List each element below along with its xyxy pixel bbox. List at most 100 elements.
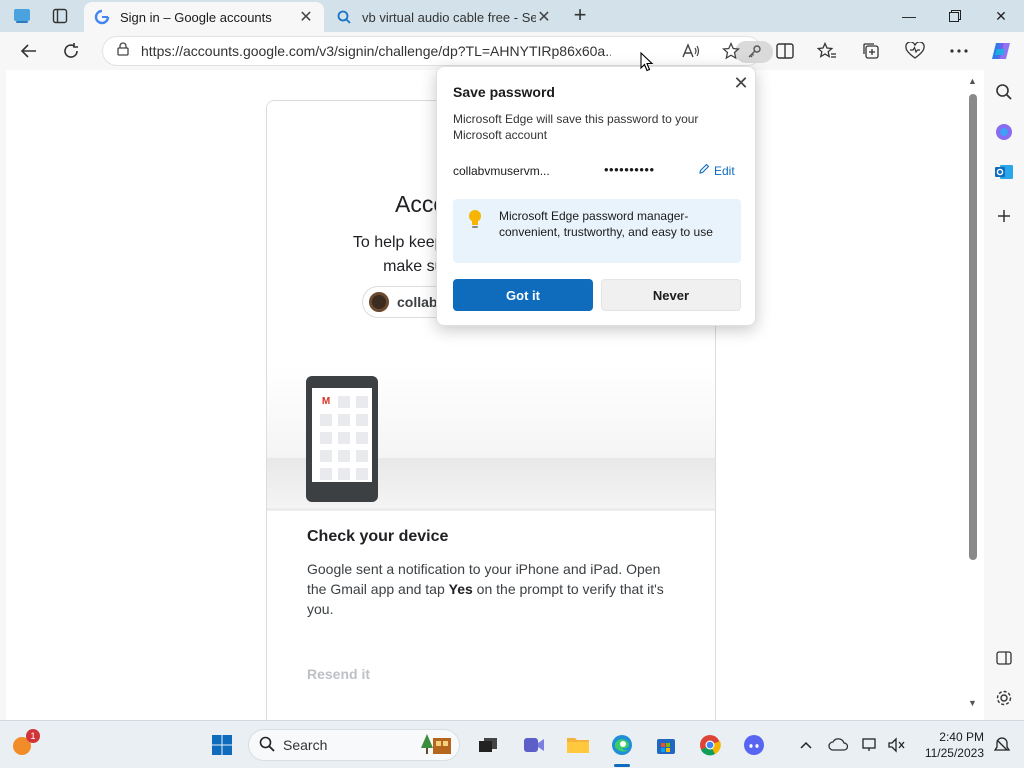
close-icon[interactable]: ✕ [731,73,751,93]
search-icon[interactable] [990,78,1018,106]
app-tile [356,396,368,408]
search-icon [336,9,352,25]
restore-button[interactable] [932,0,978,32]
app-grid: M [320,396,368,480]
app-tile [338,432,350,444]
new-tab-button[interactable]: + [568,4,592,28]
browser-toolbar: https://accounts.google.com/v3/signin/ch… [0,32,1024,70]
tab-bing-search[interactable]: vb virtual audio cable free - Sear ✕ [326,2,562,32]
app-tile [356,432,368,444]
phone-illustration: M [306,376,378,502]
pencil-icon [698,163,710,178]
copilot-icon[interactable] [986,37,1016,65]
clock-date: 11/25/2023 [924,746,984,760]
app-tile [338,450,350,462]
notifications-icon[interactable] [986,729,1018,761]
close-window-button[interactable]: ✕ [978,0,1024,32]
close-tab-icon[interactable]: ✕ [536,7,552,27]
chevron-up-icon[interactable] [790,729,822,761]
address-bar[interactable]: https://accounts.google.com/v3/signin/ch… [102,36,773,66]
phone-screen: M [312,388,372,482]
app-tile [356,468,368,480]
taskbar-search[interactable]: Search [248,729,460,761]
hide-sidebar-icon[interactable] [990,644,1018,672]
chrome-icon[interactable] [694,729,726,761]
collections-icon[interactable] [856,37,886,65]
saved-password-mask: •••••••••• [604,162,655,177]
tip-text: Microsoft Edge password manager- conveni… [499,209,713,239]
clock-time: 2:40 PM [939,730,984,744]
dialog-description: Microsoft Edge will save this password t… [453,112,699,142]
back-button[interactable] [14,37,44,65]
favorites-icon[interactable] [812,37,842,65]
browser-essentials-icon[interactable] [900,37,930,65]
password-manager-tip: Microsoft Edge password manager- conveni… [453,199,741,263]
app-tile [356,450,368,462]
system-clock[interactable]: 2:40 PM 11/25/2023 [916,729,984,761]
outlook-icon[interactable] [990,158,1018,186]
app-tile [356,414,368,426]
check-device-heading: Check your device [307,528,449,545]
file-explorer-icon[interactable] [562,729,594,761]
windows-taskbar: 1 Search 2:40 PM 11/25/2023 [0,720,1024,768]
task-view-icon[interactable] [472,729,504,761]
microsoft-store-icon[interactable] [650,729,682,761]
tab-actions-icon[interactable] [46,4,74,28]
edge-browser-icon[interactable] [606,729,638,767]
add-sidebar-app-icon[interactable] [990,202,1018,230]
scroll-thumb[interactable] [969,94,977,560]
more-options-icon[interactable] [944,37,974,65]
search-highlight-icon [419,732,453,761]
app-tile [338,396,350,408]
refresh-button[interactable] [56,37,86,65]
app-tile [320,468,332,480]
check-device-body: Google sent a notification to your iPhon… [307,559,677,619]
google-icon [94,9,110,25]
teams-meet-icon[interactable] [518,729,550,761]
scroll-up-arrow[interactable]: ▲ [968,76,977,86]
resend-link[interactable]: Resend it [307,666,370,682]
edit-label: Edit [714,163,735,178]
games-icon[interactable] [990,118,1018,146]
onedrive-status-icon[interactable] [822,729,854,761]
url-text[interactable]: https://accounts.google.com/v3/signin/ch… [141,43,611,59]
lightbulb-icon [467,209,483,236]
scroll-down-arrow[interactable]: ▼ [968,698,977,708]
discord-icon[interactable] [738,729,770,761]
active-indicator [614,764,630,767]
weather-widget-icon[interactable]: 1 [6,729,40,761]
workspaces-icon[interactable] [8,4,36,28]
app-tile [320,450,332,462]
close-tab-icon[interactable]: ✕ [298,7,314,27]
dialog-title: Save password [453,84,555,100]
notification-badge: 1 [26,729,40,743]
start-button-icon[interactable] [206,729,238,761]
lock-icon[interactable] [117,41,129,61]
tab-title: Sign in – Google accounts [120,9,272,25]
app-tile [338,468,350,480]
got-it-button[interactable]: Got it [453,279,593,311]
read-aloud-icon[interactable] [676,37,706,65]
favorite-star-icon[interactable] [716,37,746,65]
edit-button[interactable]: Edit [698,163,735,178]
mouse-cursor-icon [640,51,654,77]
tab-strip: Sign in – Google accounts ✕ vb virtual a… [0,0,1024,32]
volume-muted-icon[interactable] [880,729,912,761]
app-tile [320,414,332,426]
saved-username: collabvmuservm... [453,164,550,178]
settings-gear-icon[interactable] [990,684,1018,712]
page-scrollbar[interactable]: ▲ ▼ [964,70,984,720]
tab-google-signin[interactable]: Sign in – Google accounts ✕ [84,2,324,32]
gmail-app-icon: M [320,396,332,408]
edge-sidebar [984,70,1024,720]
save-password-dialog: Save password ✕ Microsoft Edge will save… [436,66,756,326]
app-tile [320,432,332,444]
app-tile [338,414,350,426]
tab-title: vb virtual audio cable free - Sear [362,9,536,25]
search-icon [259,736,275,755]
avatar [369,292,389,312]
never-button[interactable]: Never [601,279,741,311]
search-label: Search [283,737,328,753]
split-screen-icon[interactable] [770,37,800,65]
minimize-button[interactable]: — [886,0,932,32]
